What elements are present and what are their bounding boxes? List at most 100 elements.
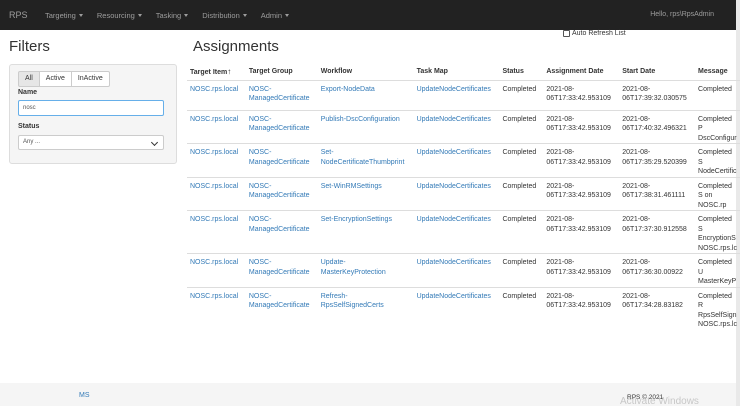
footer-ms-link[interactable]: MS: [79, 392, 90, 399]
target-group-link[interactable]: NOSC-ManagedCertificate: [245, 79, 318, 110]
auto-refresh-toggle[interactable]: Auto Refresh List: [563, 30, 626, 37]
target-item-link[interactable]: NOSC.rps.local: [187, 143, 246, 177]
nav-resourcing[interactable]: Resourcing: [97, 11, 142, 20]
nav-targeting[interactable]: Targeting: [45, 11, 83, 20]
workflow-link[interactable]: Publish-DscConfiguration: [317, 109, 414, 144]
status-select[interactable]: Any ...: [18, 135, 164, 150]
filter-all-button[interactable]: All: [18, 71, 40, 87]
table-row[interactable]: NOSC.rps.local NOSC-ManagedCertificate Pub…: [187, 109, 740, 144]
target-group-link[interactable]: NOSC-ManagedCertificate: [245, 210, 318, 254]
filters-heading: Filters: [9, 38, 50, 55]
workflow-link[interactable]: Set-NodeCertificateThumbprint: [317, 143, 414, 177]
assignments-heading: Assignments: [193, 38, 279, 55]
table-row[interactable]: NOSC.rps.local NOSC-ManagedCertificate Set…: [187, 210, 740, 254]
start-date-cell: 2021-08-06T17:40:32.496321: [619, 109, 696, 144]
status-cell: Completed: [499, 79, 544, 110]
assignments-table: Target Item↑ Target Group Workflow Task …: [187, 63, 740, 330]
caret-down-icon: [78, 13, 83, 17]
status-cell: Completed: [499, 286, 544, 330]
col-assignment-date[interactable]: Assignment Date: [543, 63, 620, 81]
col-workflow[interactable]: Workflow: [317, 63, 414, 81]
filter-active-button[interactable]: Active: [38, 71, 72, 87]
task-map-link[interactable]: UpdateNodeCertificates: [413, 176, 500, 211]
target-group-link[interactable]: NOSC-ManagedCertificate: [245, 286, 318, 330]
col-task-map[interactable]: Task Map: [413, 63, 500, 81]
status-cell: Completed: [499, 143, 544, 177]
target-group-link[interactable]: NOSC-ManagedCertificate: [245, 143, 318, 177]
assignment-date-cell: 2021-08-06T17:33:42.953109: [543, 286, 620, 330]
status-cell: Completed: [499, 176, 544, 211]
table-row[interactable]: NOSC.rps.local NOSC-ManagedCertificate Set…: [187, 143, 740, 177]
name-input[interactable]: nosc: [18, 100, 164, 116]
target-item-link[interactable]: NOSC.rps.local: [187, 79, 246, 110]
task-map-link[interactable]: UpdateNodeCertificates: [413, 210, 500, 254]
filter-inactive-button[interactable]: InActive: [70, 71, 110, 87]
col-message[interactable]: Message: [695, 63, 740, 81]
message-cell: Completed R RpsSelfSign NOSC.rps.lc: [695, 286, 740, 330]
assignment-date-cell: 2021-08-06T17:33:42.953109: [543, 79, 620, 110]
start-date-cell: 2021-08-06T17:37:30.912558: [619, 210, 696, 254]
workflow-link[interactable]: Export-NodeData: [317, 79, 414, 110]
assignment-date-cell: 2021-08-06T17:33:42.953109: [543, 143, 620, 177]
status-cell: Completed: [499, 210, 544, 254]
sort-up-icon: ↑: [227, 66, 232, 76]
user-greeting[interactable]: Hello, rps\RpsAdmin: [650, 11, 714, 18]
task-map-link[interactable]: UpdateNodeCertificates: [413, 109, 500, 144]
activate-windows-watermark: Activate Windows: [620, 396, 699, 407]
brand-logo[interactable]: RPS: [9, 10, 45, 20]
col-target-item[interactable]: Target Item↑: [187, 63, 246, 81]
name-label: Name: [18, 89, 38, 96]
status-label: Status: [18, 123, 40, 130]
workflow-link[interactable]: Set-EncryptionSettings: [317, 210, 414, 254]
start-date-cell: 2021-08-06T17:35:29.520399: [619, 143, 696, 177]
start-date-cell: 2021-08-06T17:36:30.00922: [619, 253, 696, 287]
filter-panel: All Active InActive Name nosc Status Any…: [9, 64, 177, 164]
assignment-date-cell: 2021-08-06T17:33:42.953109: [543, 210, 620, 254]
caret-down-icon: [184, 13, 189, 17]
table-header-row: Target Item↑ Target Group Workflow Task …: [187, 63, 740, 81]
message-cell: Completed S EncryptionS NOSC.rps.lc: [695, 210, 740, 254]
task-map-link[interactable]: UpdateNodeCertificates: [413, 143, 500, 177]
target-group-link[interactable]: NOSC-ManagedCertificate: [245, 176, 318, 211]
auto-refresh-checkbox[interactable]: [563, 30, 570, 37]
caret-down-icon: [242, 13, 247, 17]
assignment-date-cell: 2021-08-06T17:33:42.953109: [543, 109, 620, 144]
message-cell: Completed P DscConfigur: [695, 109, 740, 144]
table-row[interactable]: NOSC.rps.local NOSC-ManagedCertificate Ref…: [187, 286, 740, 330]
message-cell: Completed S on NOSC.rp: [695, 176, 740, 211]
col-status[interactable]: Status: [499, 63, 544, 81]
target-item-link[interactable]: NOSC.rps.local: [187, 176, 246, 211]
status-cell: Completed: [499, 109, 544, 144]
target-group-link[interactable]: NOSC-ManagedCertificate: [245, 109, 318, 144]
workflow-link[interactable]: Set-WinRMSettings: [317, 176, 414, 211]
target-item-link[interactable]: NOSC.rps.local: [187, 210, 246, 254]
caret-down-icon: [285, 13, 290, 17]
start-date-cell: 2021-08-06T17:34:28.83182: [619, 286, 696, 330]
table-row[interactable]: NOSC.rps.local NOSC-ManagedCertificate Upd…: [187, 253, 740, 287]
message-cell: Completed U MasterKeyP: [695, 253, 740, 287]
status-selected-value: Any ...: [23, 139, 41, 145]
nav-tasking[interactable]: Tasking: [156, 11, 189, 20]
message-cell: Completed S NodeCertific: [695, 143, 740, 177]
nav-admin[interactable]: Admin: [261, 11, 290, 20]
target-item-link[interactable]: NOSC.rps.local: [187, 253, 246, 287]
workflow-link[interactable]: Update-MasterKeyProtection: [317, 253, 414, 287]
target-item-link[interactable]: NOSC.rps.local: [187, 286, 246, 330]
workflow-link[interactable]: Refresh-RpsSelfSignedCerts: [317, 286, 414, 330]
status-cell: Completed: [499, 253, 544, 287]
col-target-group[interactable]: Target Group: [245, 63, 318, 81]
assignment-date-cell: 2021-08-06T17:33:42.953109: [543, 253, 620, 287]
col-start-date[interactable]: Start Date: [619, 63, 696, 81]
assignment-date-cell: 2021-08-06T17:33:42.953109: [543, 176, 620, 211]
table-row[interactable]: NOSC.rps.local NOSC-ManagedCertificate Exp…: [187, 79, 740, 110]
task-map-link[interactable]: UpdateNodeCertificates: [413, 253, 500, 287]
task-map-link[interactable]: UpdateNodeCertificates: [413, 79, 500, 110]
target-group-link[interactable]: NOSC-ManagedCertificate: [245, 253, 318, 287]
chevron-down-icon: [150, 138, 159, 147]
nav-distribution[interactable]: Distribution: [202, 11, 247, 20]
target-item-link[interactable]: NOSC.rps.local: [187, 109, 246, 144]
table-row[interactable]: NOSC.rps.local NOSC-ManagedCertificate Set…: [187, 176, 740, 211]
task-map-link[interactable]: UpdateNodeCertificates: [413, 286, 500, 330]
message-cell: Completed: [695, 79, 740, 110]
start-date-cell: 2021-08-06T17:38:31.461111: [619, 176, 696, 211]
